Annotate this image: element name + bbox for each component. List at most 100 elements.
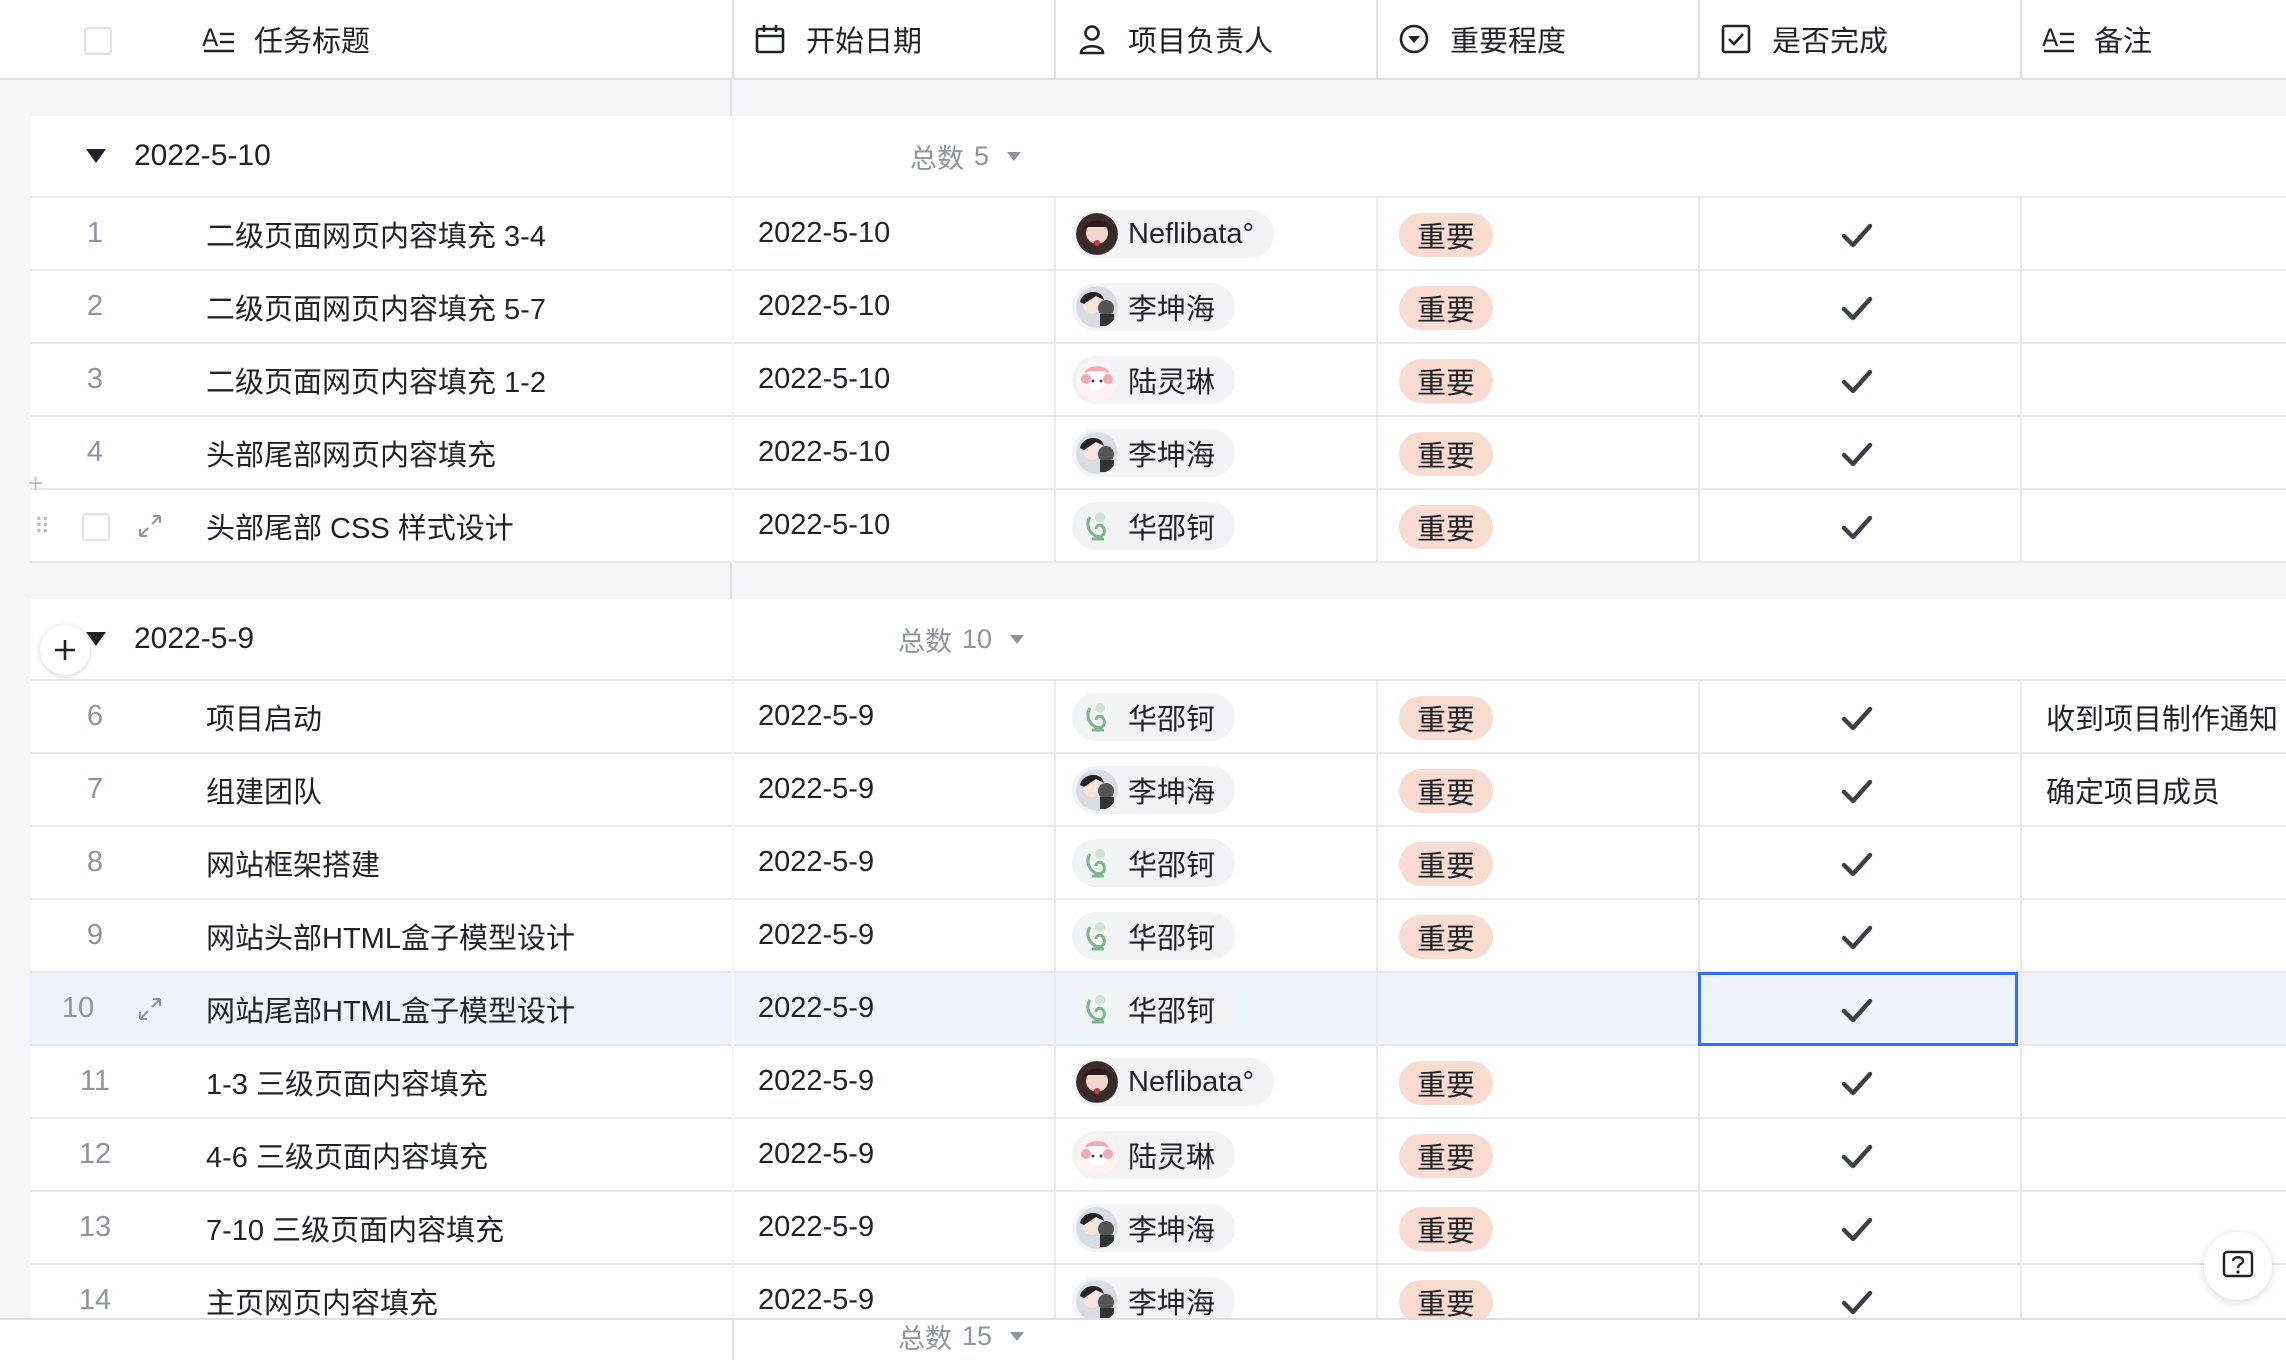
expand-record-icon[interactable]: [136, 995, 164, 1028]
table-row-cells[interactable]: 2022-5-9 李坤海 重要: [734, 1192, 2286, 1265]
done-check-icon[interactable]: [1840, 1212, 1874, 1246]
done-check-icon[interactable]: [1840, 364, 1874, 398]
table-row[interactable]: 3 二级页面网页内容填充 1-2: [30, 344, 732, 417]
owner-chip[interactable]: 陆灵琳: [1072, 1131, 1236, 1179]
table-row[interactable]: 7 组建团队: [30, 754, 732, 827]
importance-tag[interactable]: 重要: [1399, 359, 1494, 403]
owner-chip[interactable]: 李坤海: [1072, 766, 1236, 814]
table-row[interactable]: ⠿ + 头部尾部 CSS 样式设计: [28, 468, 732, 563]
table-row[interactable]: 2 二级页面网页内容填充 5-7: [30, 271, 732, 344]
owner-chip[interactable]: Neflibata°: [1072, 210, 1275, 258]
task-title[interactable]: 二级页面网页内容填充 1-2: [206, 344, 732, 415]
task-title[interactable]: 二级页面网页内容填充 3-4: [206, 198, 732, 269]
start-date[interactable]: 2022-5-10: [758, 344, 890, 415]
group-count[interactable]: 总数 5: [910, 116, 1022, 196]
start-date[interactable]: 2022-5-9: [758, 900, 874, 971]
table-row-cells[interactable]: 2022-5-10 李坤海 重要: [734, 417, 2286, 490]
table-row-cells[interactable]: 2022-5-9 华邵钶 重要 收到项目制作通知: [734, 681, 2286, 754]
importance-tag[interactable]: 重要: [1399, 1134, 1494, 1178]
importance-tag[interactable]: 重要: [1399, 1207, 1494, 1251]
table-row[interactable]: 1 二级页面网页内容填充 3-4: [30, 198, 732, 271]
table-row[interactable]: 8 网站框架搭建: [30, 827, 732, 900]
start-date[interactable]: 2022-5-9: [758, 681, 874, 752]
table-row-cells[interactable]: 2022-5-9 华邵钶 重要: [734, 827, 2286, 900]
note-text[interactable]: 确定项目成员: [2046, 754, 2220, 825]
task-title[interactable]: 项目启动: [206, 681, 732, 752]
done-check-icon[interactable]: [1840, 701, 1874, 735]
done-check-icon[interactable]: [1840, 218, 1874, 252]
task-title[interactable]: 网站框架搭建: [206, 827, 732, 898]
select-all-checkbox[interactable]: [84, 27, 112, 55]
task-title[interactable]: 网站头部HTML盒子模型设计: [206, 900, 732, 971]
importance-tag[interactable]: 重要: [1399, 213, 1494, 257]
owner-chip[interactable]: Neflibata°: [1072, 1058, 1275, 1106]
importance-tag[interactable]: 重要: [1399, 505, 1494, 549]
task-title[interactable]: 二级页面网页内容填充 5-7: [206, 271, 732, 342]
column-header-start-date[interactable]: 开始日期: [752, 0, 1052, 78]
insert-row-icon[interactable]: +: [28, 468, 43, 499]
task-title[interactable]: 7-10 三级页面内容填充: [206, 1192, 732, 1263]
owner-chip[interactable]: 华邵钶: [1072, 839, 1236, 887]
column-header-owner[interactable]: 项目负责人: [1074, 0, 1374, 78]
table-row[interactable]: 13 7-10 三级页面内容填充: [30, 1192, 732, 1265]
table-row-cells[interactable]: 2022-5-9 华邵钶: [734, 972, 2286, 1046]
start-date[interactable]: 2022-5-9: [758, 1046, 874, 1117]
importance-tag[interactable]: 重要: [1399, 432, 1494, 476]
task-title[interactable]: 1-3 三级页面内容填充: [206, 1046, 732, 1117]
table-row[interactable]: 4 头部尾部网页内容填充: [30, 417, 732, 490]
row-checkbox[interactable]: [82, 513, 110, 541]
importance-tag[interactable]: 重要: [1399, 1061, 1494, 1105]
owner-chip[interactable]: 华邵钶: [1072, 693, 1236, 741]
importance-tag[interactable]: 重要: [1399, 769, 1494, 813]
start-date[interactable]: 2022-5-10: [758, 417, 890, 488]
group-count[interactable]: 总数 10: [898, 599, 1025, 679]
table-row[interactable]: 11 1-3 三级页面内容填充: [30, 1046, 732, 1119]
table-row[interactable]: 9 网站头部HTML盒子模型设计: [30, 900, 732, 973]
note-text[interactable]: 收到项目制作通知: [2046, 681, 2278, 752]
task-title[interactable]: 头部尾部网页内容填充: [206, 417, 732, 488]
start-date[interactable]: 2022-5-10: [758, 198, 890, 269]
table-row-cells[interactable]: 2022-5-10 华邵钶 重要: [734, 490, 2286, 563]
start-date[interactable]: 2022-5-10: [758, 490, 890, 561]
done-check-icon[interactable]: [1840, 510, 1874, 544]
table-row[interactable]: 10 网站尾部HTML盒子模型设计: [30, 973, 732, 1046]
done-check-icon[interactable]: [1840, 920, 1874, 954]
importance-tag[interactable]: 重要: [1399, 915, 1494, 959]
help-button[interactable]: [2204, 1232, 2272, 1300]
start-date[interactable]: 2022-5-9: [758, 827, 874, 898]
done-check-icon[interactable]: [1840, 437, 1874, 471]
expand-record-icon[interactable]: [136, 512, 164, 545]
table-row-cells[interactable]: 2022-5-9 华邵钶 重要: [734, 900, 2286, 973]
done-check-icon[interactable]: [1840, 1139, 1874, 1173]
task-title[interactable]: 头部尾部 CSS 样式设计: [206, 490, 732, 561]
start-date[interactable]: 2022-5-10: [758, 271, 890, 342]
task-title[interactable]: 4-6 三级页面内容填充: [206, 1119, 732, 1190]
table-row-cells[interactable]: 2022-5-9 李坤海 重要 确定项目成员: [734, 754, 2286, 827]
start-date[interactable]: 2022-5-9: [758, 1192, 874, 1263]
table-row[interactable]: 6 项目启动: [30, 681, 732, 754]
owner-chip[interactable]: 华邵钶: [1072, 502, 1236, 550]
total-count[interactable]: 总数 15: [898, 1316, 1025, 1356]
table-row-cells[interactable]: 2022-5-9 陆灵琳 重要: [734, 1119, 2286, 1192]
column-header-importance[interactable]: 重要程度: [1396, 0, 1696, 78]
table-row-cells[interactable]: 2022-5-9 Neflibata° 重要: [734, 1046, 2286, 1119]
owner-chip[interactable]: 李坤海: [1072, 429, 1236, 477]
owner-chip[interactable]: 陆灵琳: [1072, 356, 1236, 404]
owner-chip[interactable]: 李坤海: [1072, 283, 1236, 331]
done-check-icon[interactable]: [1840, 774, 1874, 808]
group-header[interactable]: 2022-5-9: [30, 599, 732, 681]
task-title[interactable]: 网站尾部HTML盒子模型设计: [206, 973, 732, 1044]
start-date[interactable]: 2022-5-9: [758, 973, 874, 1044]
collapse-group-icon[interactable]: [86, 149, 106, 163]
table-row-cells[interactable]: 2022-5-10 李坤海 重要: [734, 271, 2286, 344]
owner-chip[interactable]: 李坤海: [1072, 1204, 1236, 1252]
task-title[interactable]: 组建团队: [206, 754, 732, 825]
table-row-cells[interactable]: 2022-5-10 Neflibata° 重要: [734, 198, 2286, 271]
done-check-icon[interactable]: [1840, 291, 1874, 325]
column-header-notes[interactable]: A 备注: [2040, 0, 2286, 78]
done-check-icon[interactable]: [1840, 1066, 1874, 1100]
importance-tag[interactable]: 重要: [1399, 696, 1494, 740]
start-date[interactable]: 2022-5-9: [758, 754, 874, 825]
done-check-icon[interactable]: [1840, 847, 1874, 881]
importance-tag[interactable]: 重要: [1399, 286, 1494, 330]
